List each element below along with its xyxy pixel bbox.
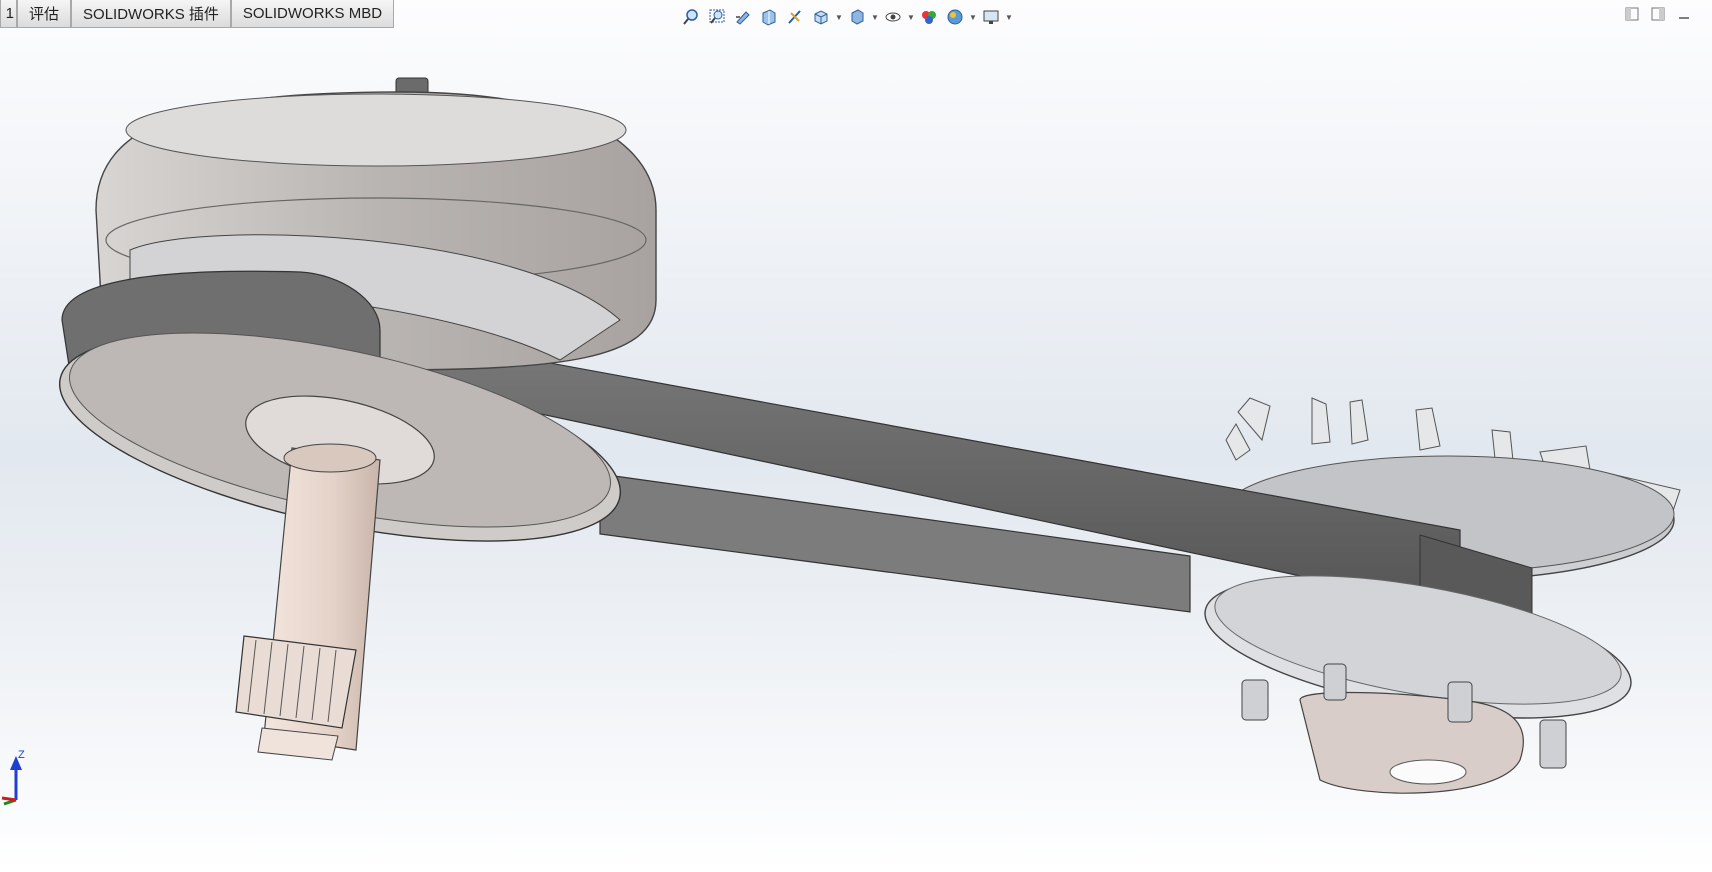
display-style-dropdown-icon[interactable]: ▼ [870,4,880,30]
heads-up-view-toolbar: ▼ ▼ ▼ ▼ ▼ [678,4,1014,30]
view-settings-dropdown-icon[interactable]: ▼ [1004,4,1014,30]
command-manager-tabs: 1 评估 SOLIDWORKS 插件 SOLIDWORKS MBD [0,0,395,30]
previous-view-icon[interactable] [730,4,756,30]
window-controls [1624,6,1692,22]
tab-evaluate[interactable]: 评估 [17,0,72,28]
z-axis-label: Z [18,749,25,761]
assembly-model[interactable] [0,0,1712,872]
minimize-icon[interactable] [1676,6,1692,22]
edit-appearance-icon[interactable] [916,4,942,30]
driven-pulley[interactable] [1195,551,1641,794]
display-style-icon[interactable] [844,4,870,30]
view-settings-icon[interactable] [978,4,1004,30]
hide-show-dropdown-icon[interactable]: ▼ [906,4,916,30]
tile-right-icon[interactable] [1650,6,1666,22]
dynamic-annotation-icon[interactable] [782,4,808,30]
view-orientation-dropdown-icon[interactable]: ▼ [834,4,844,30]
pinion-gear [235,635,357,729]
reference-triad: Z [1,749,25,806]
apply-scene-dropdown-icon[interactable]: ▼ [968,4,978,30]
tile-left-icon[interactable] [1624,6,1640,22]
hide-show-items-icon[interactable] [880,4,906,30]
zoom-to-fit-icon[interactable] [678,4,704,30]
tab-solidworks-mbd[interactable]: SOLIDWORKS MBD [230,0,395,28]
section-view-icon[interactable] [756,4,782,30]
apply-scene-icon[interactable] [942,4,968,30]
tab-partial[interactable]: 1 [0,0,17,28]
view-orientation-icon[interactable] [808,4,834,30]
graphics-area[interactable]: 1 评估 SOLIDWORKS 插件 SOLIDWORKS MBD ▼ ▼ ▼ … [0,0,1712,872]
zoom-to-area-icon[interactable] [704,4,730,30]
tab-solidworks-addins[interactable]: SOLIDWORKS 插件 [71,0,231,28]
